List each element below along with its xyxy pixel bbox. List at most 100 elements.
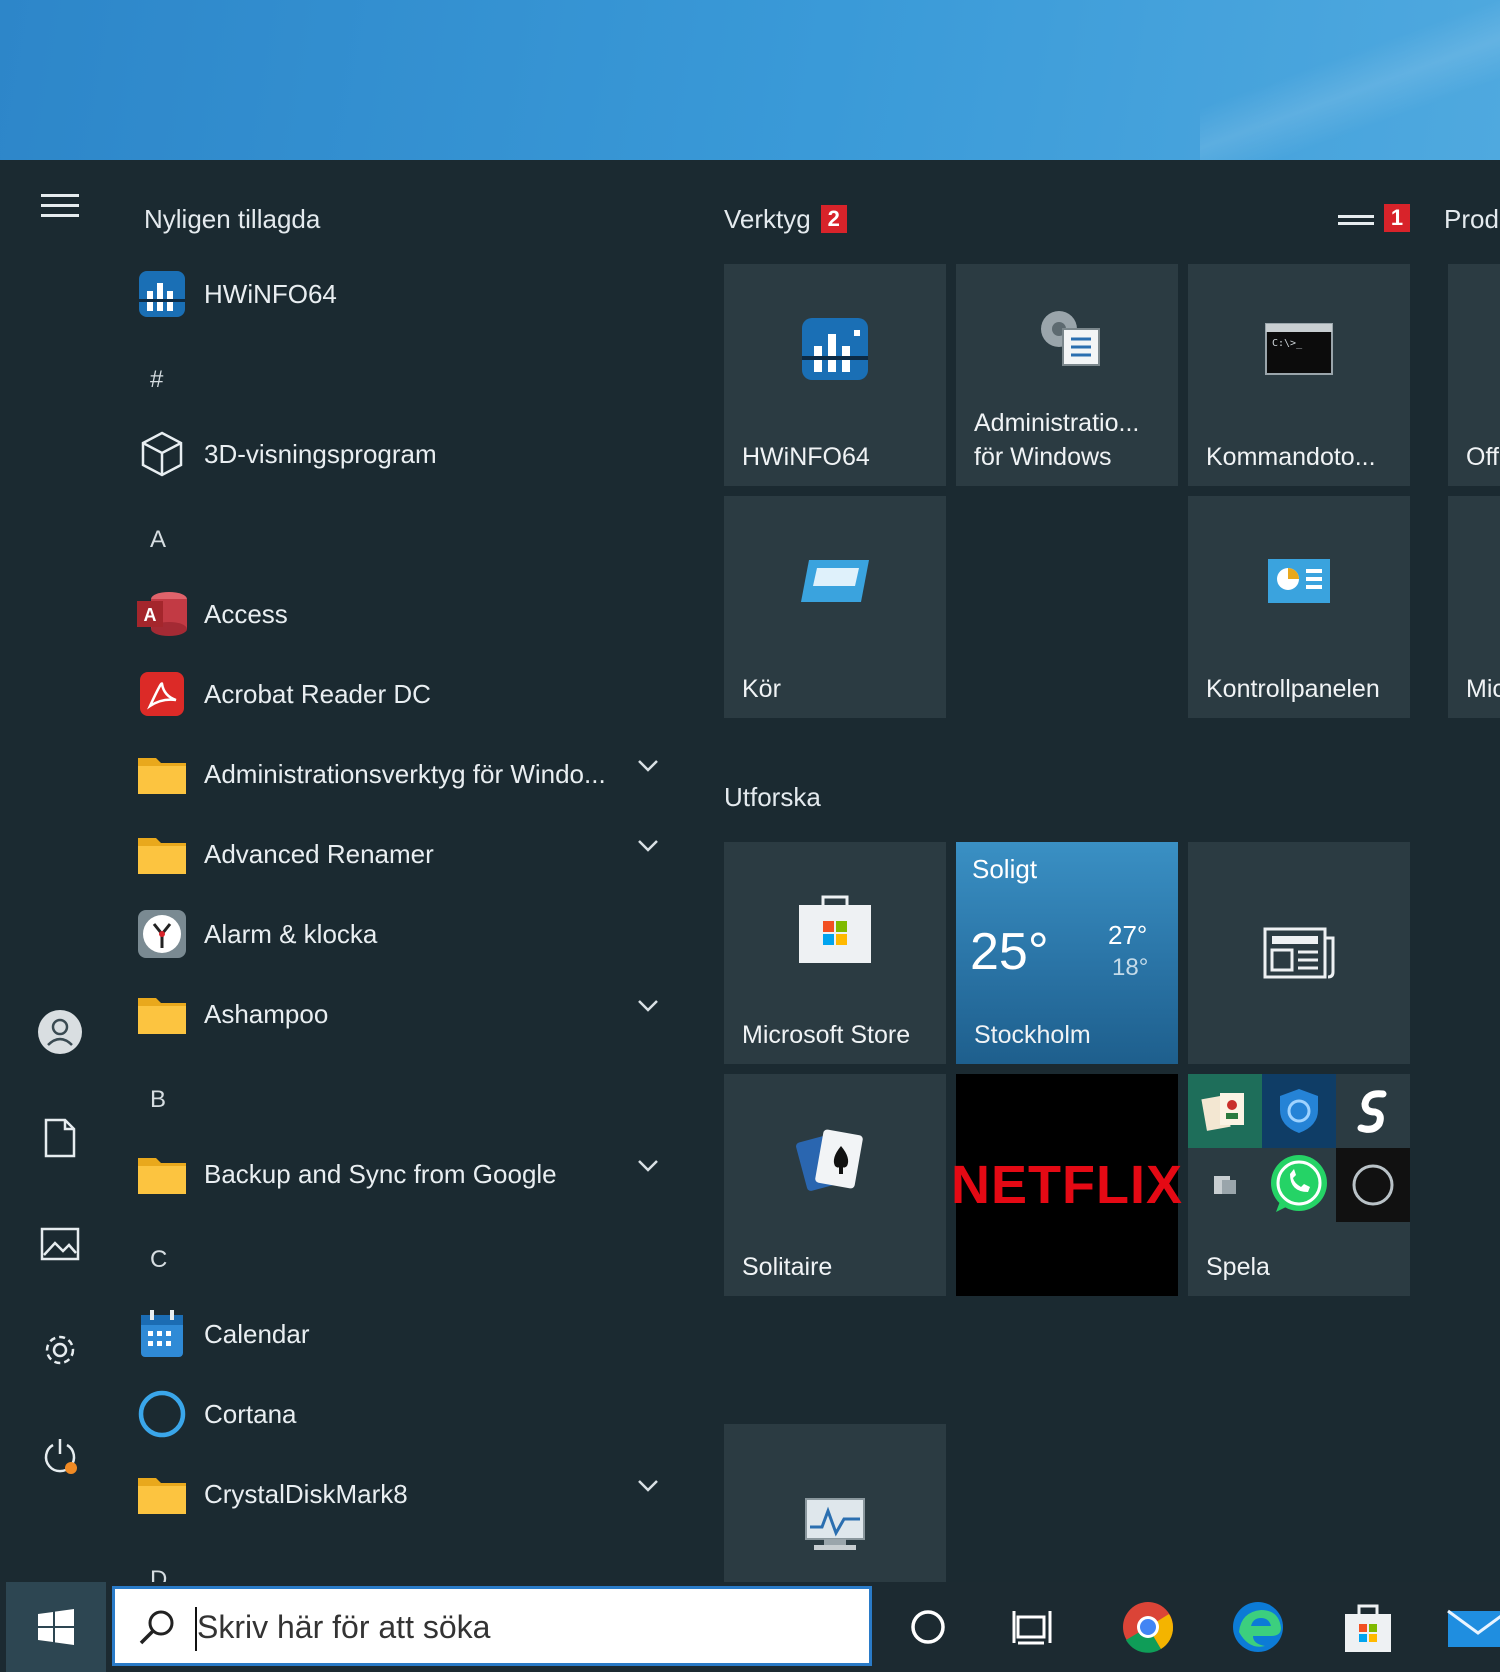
app-label: Acrobat Reader DC (204, 678, 431, 709)
chrome-button[interactable] (1118, 1597, 1178, 1657)
store-bag-icon (1345, 1604, 1391, 1652)
tile-microsoft-partial[interactable]: Mic (1448, 496, 1500, 718)
tile-label-line2: för Windows (974, 443, 1112, 471)
hamburger-menu-button[interactable] (30, 176, 90, 236)
tile-office-partial[interactable]: Off (1448, 264, 1500, 486)
group-prod-heading[interactable]: Prod (1444, 204, 1499, 235)
tile-label-line1: Administratio... (974, 409, 1140, 437)
tile-solitaire[interactable]: Solitaire (724, 1074, 946, 1296)
app-label: Backup and Sync from Google (204, 1158, 557, 1189)
tile-control-panel[interactable]: Kontrollpanelen (1188, 496, 1410, 718)
tile-command-prompt[interactable]: C:\>_ Kommandoto... (1188, 264, 1410, 486)
cortana-button[interactable] (898, 1597, 958, 1657)
tile-hwinfo64[interactable]: HWiNFO64 (724, 264, 946, 486)
account-button[interactable] (30, 1002, 90, 1062)
start-button[interactable] (6, 1582, 106, 1672)
annotation-badge-1-wrap: 1 (1384, 204, 1410, 232)
chevron-down-icon[interactable] (636, 1478, 660, 1494)
taskbar-search-box[interactable]: Skriv här för att söka (112, 1586, 872, 1666)
edge-button[interactable] (1228, 1597, 1288, 1657)
power-button[interactable] (30, 1426, 90, 1486)
tile-label: Spela (1206, 1253, 1270, 1281)
app-hwinfo64[interactable]: HWiNFO64 (134, 264, 684, 324)
app-label: HWiNFO64 (204, 278, 337, 309)
store-button[interactable] (1338, 1597, 1398, 1657)
search-icon (139, 1610, 174, 1645)
app-3d-viewer[interactable]: 3D-visningsprogram (134, 424, 684, 484)
start-menu: Nyligen tillagda HWiNFO64 # 3D-visningsp… (4, 160, 1500, 1582)
folder-ashampoo[interactable]: Ashampoo (134, 984, 684, 1044)
user-avatar-icon (38, 1010, 82, 1054)
windows-logo-icon (38, 1609, 74, 1645)
tile-run[interactable]: Kör (724, 496, 946, 718)
hwinfo-icon (134, 266, 190, 322)
tile-label: Mic (1466, 675, 1500, 703)
search-placeholder: Skriv här för att söka (197, 1609, 491, 1645)
app-access[interactable]: A Access (134, 584, 684, 644)
picture-icon (40, 1227, 80, 1261)
tile-label: Solitaire (742, 1253, 833, 1281)
chevron-down-icon[interactable] (636, 838, 660, 854)
app-cortana[interactable]: Cortana (134, 1384, 684, 1444)
chevron-down-icon[interactable] (636, 1158, 660, 1174)
group-drag-handle[interactable] (1338, 212, 1374, 233)
documents-button[interactable] (30, 1108, 90, 1168)
tile-microsoft-store[interactable]: Microsoft Store (724, 842, 946, 1064)
chevron-down-icon[interactable] (636, 758, 660, 774)
edge-icon (1233, 1602, 1283, 1652)
letter-header-c[interactable]: C (150, 1246, 167, 1274)
letter-header-hash[interactable]: # (150, 366, 163, 394)
group-utforska-heading[interactable]: Utforska (724, 782, 821, 813)
mail-icon (1447, 1609, 1500, 1647)
folder-advanced-renamer[interactable]: Advanced Renamer (134, 824, 684, 884)
folder-backup-sync[interactable]: Backup and Sync from Google (134, 1144, 684, 1204)
gear-icon (45, 1335, 75, 1365)
settings-button[interactable] (30, 1320, 90, 1380)
tile-play-folder[interactable]: Spela (1188, 1074, 1410, 1296)
folder-crystaldiskmark[interactable]: CrystalDiskMark8 (134, 1464, 684, 1524)
folder-icon (134, 1146, 190, 1202)
tile-netflix[interactable]: NETFLIX (951, 1074, 1183, 1296)
folder-icon (134, 746, 190, 802)
group-verktyg-heading[interactable]: Verktyg 2 (724, 204, 847, 235)
svg-text:A: A (144, 605, 157, 625)
folder-admin-tools[interactable]: Administrationsverktyg för Windo... (134, 744, 684, 804)
weather-low: 18° (1112, 954, 1149, 981)
chevron-down-icon[interactable] (636, 998, 660, 1014)
cortana-circle-icon (911, 1610, 945, 1644)
letter-header-d[interactable]: D (150, 1566, 167, 1582)
task-view-button[interactable] (1004, 1597, 1064, 1657)
run-icon (724, 496, 946, 666)
tile-label: Kommandoto... (1206, 443, 1376, 471)
start-left-rail (4, 160, 116, 1582)
tile-news[interactable] (1188, 842, 1410, 1064)
pictures-button[interactable] (30, 1214, 90, 1274)
task-view-icon (1012, 1611, 1052, 1645)
weather-temperature: 25° (970, 923, 1049, 981)
app-label: Alarm & klocka (204, 918, 378, 949)
desktop-wallpaper (0, 0, 1500, 160)
netflix-logo: NETFLIX (951, 1155, 1183, 1215)
hwinfo-icon (724, 264, 946, 434)
calendar-icon (134, 1306, 190, 1362)
app-label: 3D-visningsprogram (204, 438, 437, 469)
app-calendar[interactable]: Calendar (134, 1304, 684, 1364)
mail-button[interactable] (1446, 1597, 1500, 1657)
app-alarm-clock[interactable]: Alarm & klocka (134, 904, 684, 964)
drag-handle-icon (1338, 215, 1374, 225)
svg-text:C:\>_: C:\>_ (1272, 338, 1303, 349)
tile-label: Stockholm (974, 1021, 1091, 1049)
letter-header-a[interactable]: A (150, 526, 166, 554)
app-acrobat-reader[interactable]: Acrobat Reader DC (134, 664, 684, 724)
folder-icon (134, 986, 190, 1042)
app-list: Nyligen tillagda HWiNFO64 # 3D-visningsp… (134, 160, 684, 1582)
tile-label: Administratio... för Windows (974, 406, 1139, 474)
tile-label: Kontrollpanelen (1206, 675, 1380, 703)
tile-performance-monitor[interactable] (724, 1424, 946, 1582)
tile-weather[interactable]: Soligt 25° 27° 18° Stockholm (956, 842, 1178, 1064)
store-bag-icon (724, 842, 946, 1012)
taskbar: Skriv här för att söka (0, 1582, 1500, 1672)
tile-admin-tools[interactable]: Administratio... för Windows (956, 264, 1178, 486)
letter-header-b[interactable]: B (150, 1086, 166, 1114)
weather-condition: Soligt (972, 854, 1038, 884)
